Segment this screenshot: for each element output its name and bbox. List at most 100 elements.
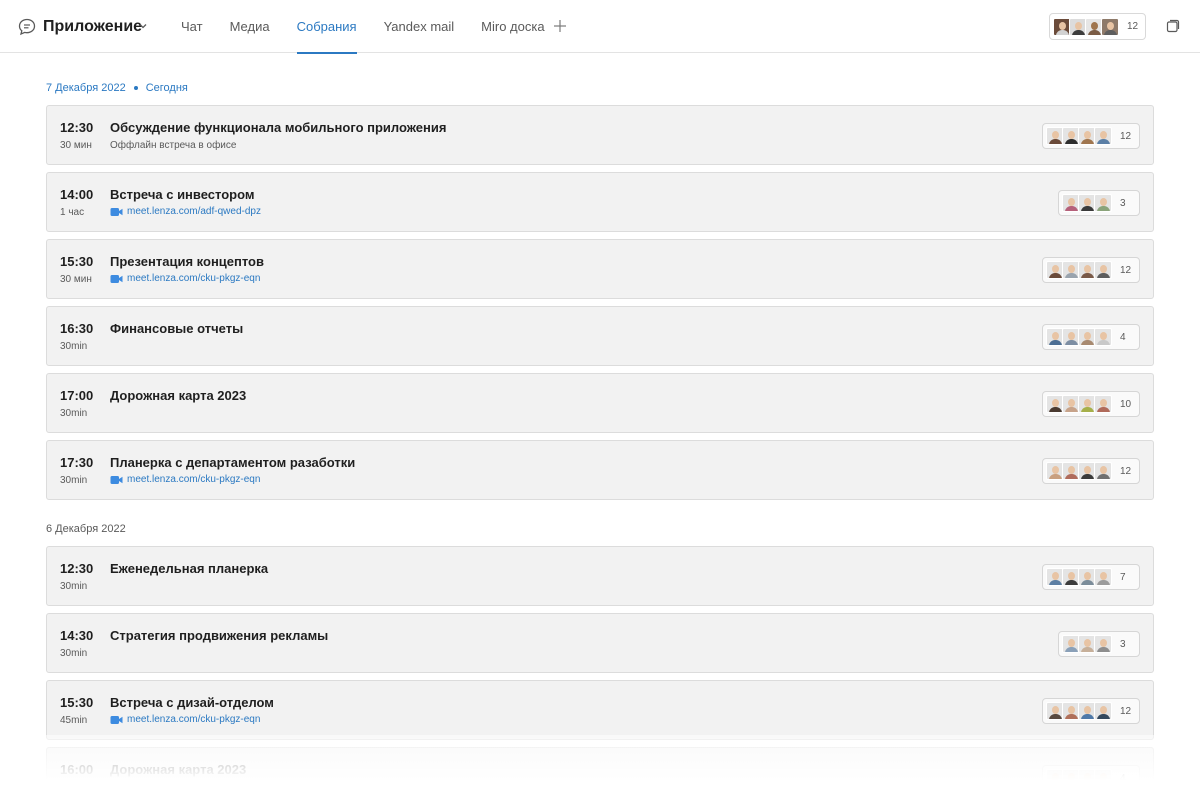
meeting-time: 17:00 <box>60 388 94 403</box>
meeting-card[interactable]: 14:30 30min Стратегия продвижения рекламы 3 <box>46 613 1154 673</box>
meeting-card[interactable]: 14:00 1 час Встреча с инвестором meet.lenza… <box>46 172 1154 232</box>
tab-bar: Чат Медиа Собрания Yandex mail Miro доск… <box>181 0 572 54</box>
participants-button[interactable]: 4 <box>1042 324 1140 350</box>
meeting-duration: 30min <box>60 341 88 352</box>
participants-count: 12 <box>1120 705 1132 717</box>
date-text: 6 Декабря 2022 <box>46 523 126 535</box>
participants-button[interactable]: 12 <box>1042 257 1140 283</box>
avatar <box>1094 395 1112 413</box>
video-call-icon <box>110 207 123 217</box>
meeting-time: 12:30 <box>60 561 94 576</box>
participants-button[interactable]: 4 <box>1042 765 1140 791</box>
window-switch-icon[interactable] <box>1165 18 1181 34</box>
participants-count: 3 <box>1120 638 1126 650</box>
meeting-duration: 1 час <box>60 207 85 218</box>
date-heading: 6 Декабря 2022 <box>46 522 1154 536</box>
participants-button[interactable]: 12 <box>1042 458 1140 484</box>
meeting-card[interactable]: 17:00 30min Дорожная карта 2023 10 <box>46 373 1154 433</box>
meeting-location: Оффлайн встреча в офисе <box>110 140 237 151</box>
participants-count: 12 <box>1127 21 1139 32</box>
meeting-duration: 30min <box>60 648 88 659</box>
meeting-time: 14:00 <box>60 187 94 202</box>
meeting-link-text[interactable]: meet.lenza.com/cku-pkgz-eqn <box>127 713 260 727</box>
meeting-card[interactable]: 12:30 30min Еженедельная планерка 7 <box>46 546 1154 606</box>
meeting-duration: 30 мин <box>60 140 92 151</box>
meeting-time: 15:30 <box>60 695 94 710</box>
meeting-time: 16:00 <box>60 762 94 777</box>
date-text: 7 Декабря 2022 <box>46 82 126 94</box>
meeting-card[interactable]: 16:30 30min Финансовые отчеты 4 <box>46 306 1154 366</box>
avatar <box>1094 635 1112 653</box>
today-dot <box>133 86 138 90</box>
app-title[interactable]: Приложение <box>43 17 142 37</box>
meeting-duration: 30 мин <box>60 274 92 285</box>
meeting-card[interactable]: 15:30 45min Встреча с дизай-отделом meet.le… <box>46 680 1154 740</box>
meeting-title: Встреча с инвестором <box>110 187 255 202</box>
meeting-duration: 30min <box>60 408 88 419</box>
meeting-link[interactable]: meet.lenza.com/cku-pkgz-eqn <box>110 713 260 727</box>
meeting-title: Финансовые отчеты <box>110 321 244 336</box>
meeting-time: 15:30 <box>60 254 94 269</box>
meeting-title: Планерка с департаментом разаботки <box>110 455 356 470</box>
header-participants-button[interactable]: 12 <box>1049 13 1146 40</box>
avatar <box>1094 769 1112 787</box>
meeting-title: Презентация концептов <box>110 254 264 269</box>
tab-yandex-mail[interactable]: Yandex mail <box>384 0 455 53</box>
meeting-title: Еженедельная планерка <box>110 561 269 576</box>
video-call-icon <box>110 475 123 485</box>
meeting-title: Стратегия продвижения рекламы <box>110 628 329 643</box>
participants-button[interactable]: 7 <box>1042 564 1140 590</box>
meeting-card[interactable]: 16:00 Дорожная карта 2023 4 <box>46 747 1154 800</box>
meeting-time: 16:30 <box>60 321 94 336</box>
participants-button[interactable]: 12 <box>1042 698 1140 724</box>
meeting-title: Дорожная карта 2023 <box>110 388 247 403</box>
tab-miro-board[interactable]: Miro доска <box>481 0 544 53</box>
avatar <box>1094 194 1112 212</box>
meeting-card[interactable]: 15:30 30 мин Презентация концептов meet.len… <box>46 239 1154 299</box>
meeting-duration: 30min <box>60 475 88 486</box>
meeting-duration: 30min <box>60 581 88 592</box>
avatar <box>1094 328 1112 346</box>
participants-count: 12 <box>1120 264 1132 276</box>
chat-bubble-icon <box>18 18 36 36</box>
participants-count: 7 <box>1120 571 1126 583</box>
meeting-title: Встреча с дизай-отделом <box>110 695 274 710</box>
meeting-time: 17:30 <box>60 455 94 470</box>
meeting-card[interactable]: 17:30 30min Планерка с департаментом разаб… <box>46 440 1154 500</box>
meeting-title: Дорожная карта 2023 <box>110 762 247 777</box>
meeting-link-text[interactable]: meet.lenza.com/adf-qwed-dpz <box>127 205 261 219</box>
chevron-down-icon[interactable] <box>138 21 148 31</box>
avatar <box>1094 127 1112 145</box>
meeting-title: Обсуждение функционала мобильного прилож… <box>110 120 447 135</box>
meeting-card[interactable]: 12:30 30 мин Обсуждение функционала мобиль… <box>46 105 1154 165</box>
participants-count: 3 <box>1120 197 1126 209</box>
meeting-link[interactable]: meet.lenza.com/cku-pkgz-eqn <box>110 473 260 487</box>
participants-button[interactable]: 12 <box>1042 123 1140 149</box>
avatar <box>1101 17 1119 36</box>
tab-media[interactable]: Медиа <box>230 0 270 53</box>
tab-meetings[interactable]: Собрания <box>296 0 357 54</box>
participants-count: 12 <box>1120 130 1132 142</box>
participants-button[interactable]: 3 <box>1058 631 1140 657</box>
meeting-time: 14:30 <box>60 628 94 643</box>
video-call-icon <box>110 274 123 284</box>
avatar <box>1094 568 1112 586</box>
meeting-link-text[interactable]: meet.lenza.com/cku-pkgz-eqn <box>127 473 260 487</box>
avatar <box>1094 462 1112 480</box>
participants-button[interactable]: 10 <box>1042 391 1140 417</box>
meeting-link[interactable]: meet.lenza.com/adf-qwed-dpz <box>110 205 261 219</box>
top-bar: Приложение Чат Медиа Собрания Yandex mai… <box>0 0 1200 54</box>
meeting-duration: 45min <box>60 715 88 726</box>
meeting-time: 12:30 <box>60 120 94 135</box>
video-call-icon <box>110 715 123 725</box>
participants-button[interactable]: 3 <box>1058 190 1140 216</box>
avatar <box>1094 702 1112 720</box>
meetings-list: 7 Декабря 2022 Сегодня 12:30 30 мин Обсужден… <box>46 53 1154 800</box>
tab-chat[interactable]: Чат <box>181 0 203 53</box>
add-tab-icon[interactable] <box>553 19 567 33</box>
meeting-link-text[interactable]: meet.lenza.com/cku-pkgz-eqn <box>127 272 260 286</box>
participants-count: 4 <box>1120 331 1126 343</box>
meeting-link[interactable]: meet.lenza.com/cku-pkgz-eqn <box>110 272 260 286</box>
participants-count: 12 <box>1120 465 1132 477</box>
participants-count: 10 <box>1120 398 1132 410</box>
